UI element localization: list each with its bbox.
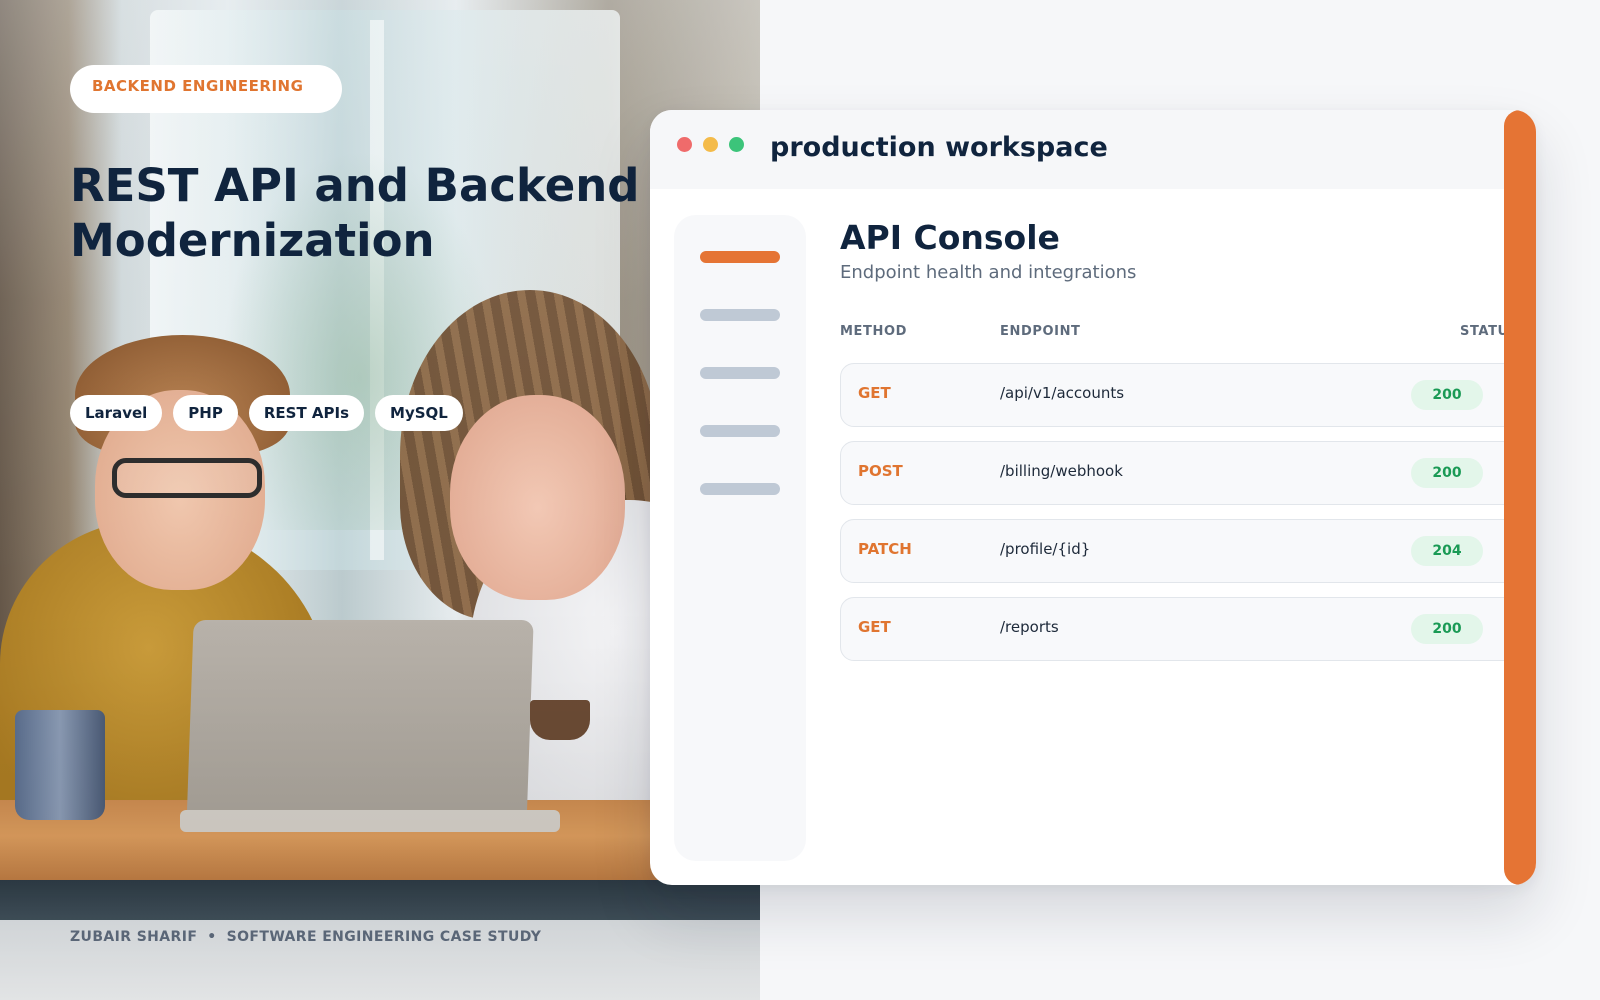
maximize-window-dot-icon[interactable] [729, 137, 744, 152]
endpoint-method: PATCH [858, 540, 912, 558]
status-badge: 204 [1411, 536, 1483, 566]
column-header-status: STATU [1460, 324, 1509, 339]
hero-photo [0, 0, 760, 1000]
endpoint-path: /api/v1/accounts [1000, 384, 1125, 402]
endpoint-row[interactable]: GET /reports 200 [840, 597, 1536, 661]
sidebar-item-3[interactable] [700, 367, 780, 379]
endpoint-table: GET /api/v1/accounts 200 POST /billing/w… [840, 363, 1536, 675]
close-window-dot-icon[interactable] [677, 137, 692, 152]
column-header-method: METHOD [840, 324, 908, 339]
endpoint-row[interactable]: GET /api/v1/accounts 200 [840, 363, 1536, 427]
workspace-title: production workspace [770, 132, 1108, 163]
status-badge: 200 [1411, 380, 1483, 410]
endpoint-path: /profile/{id} [1000, 540, 1091, 558]
status-badge: 200 [1411, 458, 1483, 488]
tech-tag-list: Laravel PHP REST APIs MySQL [70, 395, 463, 431]
console-title: API Console [840, 218, 1060, 257]
endpoint-method: POST [858, 462, 903, 480]
page-title: REST API and Backend Modernization [70, 158, 690, 268]
endpoint-row[interactable]: POST /billing/webhook 200 [840, 441, 1536, 505]
photo-shade [0, 0, 760, 1000]
endpoint-path: /reports [1000, 618, 1059, 636]
sidebar-item-active[interactable] [700, 251, 780, 263]
footer-credit: ZUBAIR SHARIF • SOFTWARE ENGINEERING CASE … [70, 929, 541, 945]
tech-tag-rest-apis: REST APIs [248, 395, 365, 431]
tech-tag-mysql: MySQL [375, 395, 463, 431]
page-title-line-2: Modernization [70, 214, 435, 267]
category-badge: BACKEND ENGINEERING [70, 65, 342, 113]
accent-bar [1504, 110, 1536, 885]
sidebar-item-5[interactable] [700, 483, 780, 495]
endpoint-method: GET [858, 618, 891, 636]
app-window: production workspace API Console Endpoin… [650, 110, 1536, 885]
status-badge: 200 [1411, 614, 1483, 644]
endpoint-method: GET [858, 384, 891, 402]
footer-separator: • [207, 929, 217, 945]
sidebar [674, 215, 806, 861]
tech-tag-laravel: Laravel [70, 395, 163, 431]
endpoint-path: /billing/webhook [1000, 462, 1123, 480]
footer-author: ZUBAIR SHARIF [70, 929, 198, 945]
page-title-line-1: REST API and Backend [70, 159, 640, 212]
footer-label: SOFTWARE ENGINEERING CASE STUDY [226, 929, 542, 945]
sidebar-item-4[interactable] [700, 425, 780, 437]
sidebar-item-2[interactable] [700, 309, 780, 321]
tech-tag-php: PHP [173, 395, 238, 431]
console-subtitle: Endpoint health and integrations [840, 262, 1137, 283]
window-titlebar: production workspace [650, 110, 1536, 189]
endpoint-row[interactable]: PATCH /profile/{id} 204 [840, 519, 1536, 583]
column-header-endpoint: ENDPOINT [1000, 324, 1081, 339]
minimize-window-dot-icon[interactable] [703, 137, 718, 152]
